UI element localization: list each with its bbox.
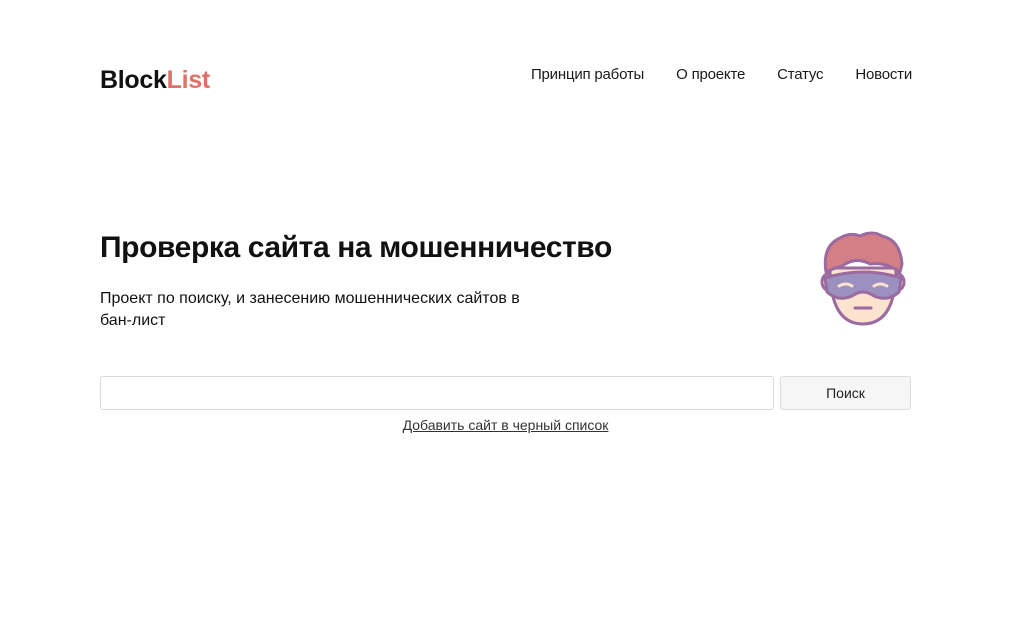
page-title: Проверка сайта на мошенничество xyxy=(100,231,612,264)
page-subtitle: Проект по поиску, и занесению мошенничес… xyxy=(100,290,520,329)
masked-robber-icon xyxy=(816,228,910,328)
nav-link-news[interactable]: Новости xyxy=(855,66,912,84)
logo-text-list: List xyxy=(166,66,211,94)
add-site-to-blacklist-link[interactable]: Добавить сайт в черный список xyxy=(403,417,609,433)
nav-link-about[interactable]: О проекте xyxy=(676,66,745,84)
search-button[interactable]: Поиск xyxy=(780,376,911,410)
main-nav: Принцип работы О проекте Статус Новости xyxy=(531,66,912,84)
nav-link-how-it-works[interactable]: Принцип работы xyxy=(531,66,644,84)
add-site-link-wrapper: Добавить сайт в черный список xyxy=(100,416,911,434)
search-input[interactable] xyxy=(100,376,774,410)
logo-text-block: Block xyxy=(100,66,167,94)
logo[interactable]: BlockList xyxy=(100,64,210,96)
nav-link-status[interactable]: Статус xyxy=(777,66,823,84)
